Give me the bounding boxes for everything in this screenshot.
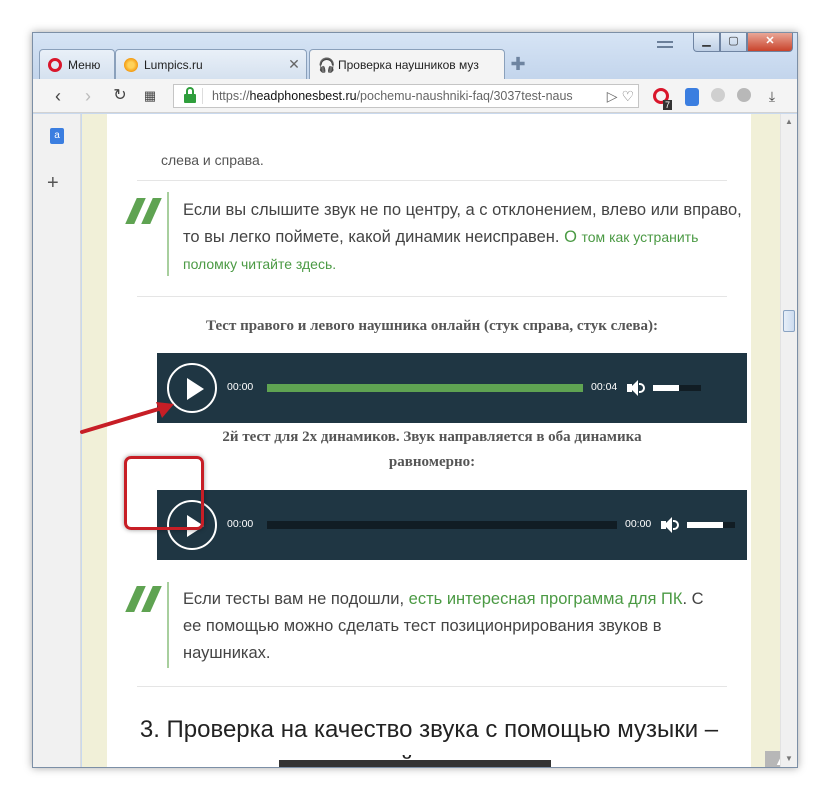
tab-headphones-test[interactable]: 🎧 Проверка наушников муз — [309, 49, 505, 80]
tab-strip: Меню Lumpics.ru ✕ 🎧 Проверка наушников м… — [33, 33, 797, 80]
duration-time: 00:00 — [625, 518, 652, 530]
translate-icon[interactable]: a — [50, 128, 64, 144]
add-panel-plus-icon[interactable]: + — [47, 172, 59, 195]
top-text: слева и справа. — [161, 152, 264, 168]
maximize-button[interactable]: ▢ — [720, 33, 747, 52]
speed-dial-grid-icon[interactable]: ▦ — [139, 85, 161, 107]
translate-extension-icon[interactable] — [685, 88, 699, 106]
headphones-favicon-icon: 🎧 — [318, 57, 336, 73]
quote-bar — [167, 582, 169, 668]
play-icon — [187, 378, 204, 400]
volume-track[interactable] — [679, 385, 701, 391]
annotation-arrow — [80, 402, 174, 434]
volume-speaker-icon[interactable] — [661, 516, 681, 534]
lock-icon — [184, 87, 196, 103]
opera-menu-tab[interactable]: Меню — [39, 49, 115, 79]
lumpics-favicon-icon — [124, 57, 138, 72]
vpn-extension-icon[interactable] — [711, 88, 725, 102]
progress-track[interactable] — [267, 384, 583, 392]
volume-track[interactable] — [723, 522, 735, 528]
url-actions: ▷ ♡ — [607, 85, 634, 107]
window-controls: ▁ ▢ ✕ — [693, 33, 793, 52]
divider — [137, 686, 727, 687]
back-chevron-icon[interactable]: ‹ — [47, 85, 69, 107]
forward-chevron-icon[interactable]: › — [77, 85, 99, 107]
minimize-button[interactable]: ▁ — [693, 33, 720, 52]
article-content: слева и справа. Если вы слышите звук не … — [107, 114, 751, 767]
url-path: /pochemu-naushniki-faq/3037test-naus — [356, 89, 573, 103]
globe-icon[interactable] — [737, 88, 751, 102]
bookmark-heart-icon[interactable]: ♡ — [621, 88, 634, 104]
toolbar: ‹ › ↻ ▦ https://headphonesbest.ru/pochem… — [33, 79, 797, 113]
opera-icon — [48, 57, 62, 72]
audio-player-1: 00:00 00:04 — [157, 353, 747, 423]
quote-text: Если вы слышите звук не по центру, а с о… — [183, 197, 743, 278]
tab-label: Lumpics.ru — [144, 57, 203, 72]
highlight-box — [124, 456, 204, 530]
current-time: 00:00 — [227, 518, 254, 530]
volume-fill — [653, 385, 680, 391]
scroll-thumb[interactable] — [783, 310, 795, 332]
divider — [137, 180, 727, 181]
tab-label: Проверка наушников муз — [338, 58, 479, 72]
volume-speaker-icon[interactable] — [627, 379, 647, 397]
close-window-button[interactable]: ✕ — [747, 33, 793, 52]
scroll-to-top-button[interactable]: ▲ — [765, 750, 780, 767]
divider — [137, 296, 727, 297]
tab-menu-icon[interactable] — [657, 41, 673, 51]
scroll-up-arrow-icon[interactable]: ▲ — [785, 117, 793, 126]
send-arrow-icon[interactable]: ▷ — [607, 88, 618, 104]
current-time: 00:00 — [227, 381, 254, 393]
extension-badge: 7 — [663, 100, 673, 110]
progress-track[interactable] — [267, 521, 617, 529]
test2-caption-line2: равномерно: — [388, 454, 476, 470]
test1-caption: Тест правого и левого наушника онлайн (с… — [206, 318, 658, 334]
progress-fill — [267, 384, 583, 392]
sidebar: a + — [33, 114, 81, 767]
audio-player-2: 00:00 00:00 — [157, 490, 747, 560]
vertical-scrollbar[interactable]: ▲ ▼ — [780, 114, 797, 767]
address-divider — [202, 88, 203, 104]
download-icon[interactable]: ⤓ — [761, 85, 783, 107]
url-domain: headphonesbest.ru — [249, 89, 357, 103]
tab-lumpics[interactable]: Lumpics.ru ✕ — [115, 49, 307, 79]
program-link[interactable]: есть интересная программа для ПК — [409, 590, 683, 608]
web-page: слева и справа. Если вы слышите звук не … — [82, 114, 780, 767]
volume-fill — [687, 522, 723, 528]
new-tab-plus-icon[interactable]: ✚ — [509, 55, 527, 73]
duration-time: 00:04 — [591, 381, 618, 393]
heading-line1: 3. Проверка на качество звука с помощью … — [139, 716, 719, 743]
reload-icon[interactable]: ↻ — [109, 85, 131, 107]
quote-mark-icon — [125, 586, 169, 616]
url-prefix: https:// — [212, 89, 250, 103]
article-image — [279, 760, 551, 767]
scroll-down-arrow-icon[interactable]: ▼ — [785, 754, 793, 763]
test2-caption-line1: 2й тест для 2х динамиков. Звук направляе… — [222, 429, 642, 445]
quote2-before: Если тесты вам не подошли, — [183, 590, 405, 608]
tab-close-icon[interactable]: ✕ — [286, 56, 302, 73]
tab-label: Меню — [68, 57, 101, 72]
quote-bar — [167, 192, 169, 276]
address-bar[interactable]: https://headphonesbest.ru/pochemu-naushn… — [173, 84, 639, 108]
fix-link-part1: О — [564, 228, 577, 246]
quote-text-2: Если тесты вам не подошли, есть интересн… — [183, 586, 713, 667]
quote-mark-icon — [125, 198, 169, 228]
test2-caption: 2й тест для 2х динамиков. Звук направляе… — [137, 425, 727, 475]
